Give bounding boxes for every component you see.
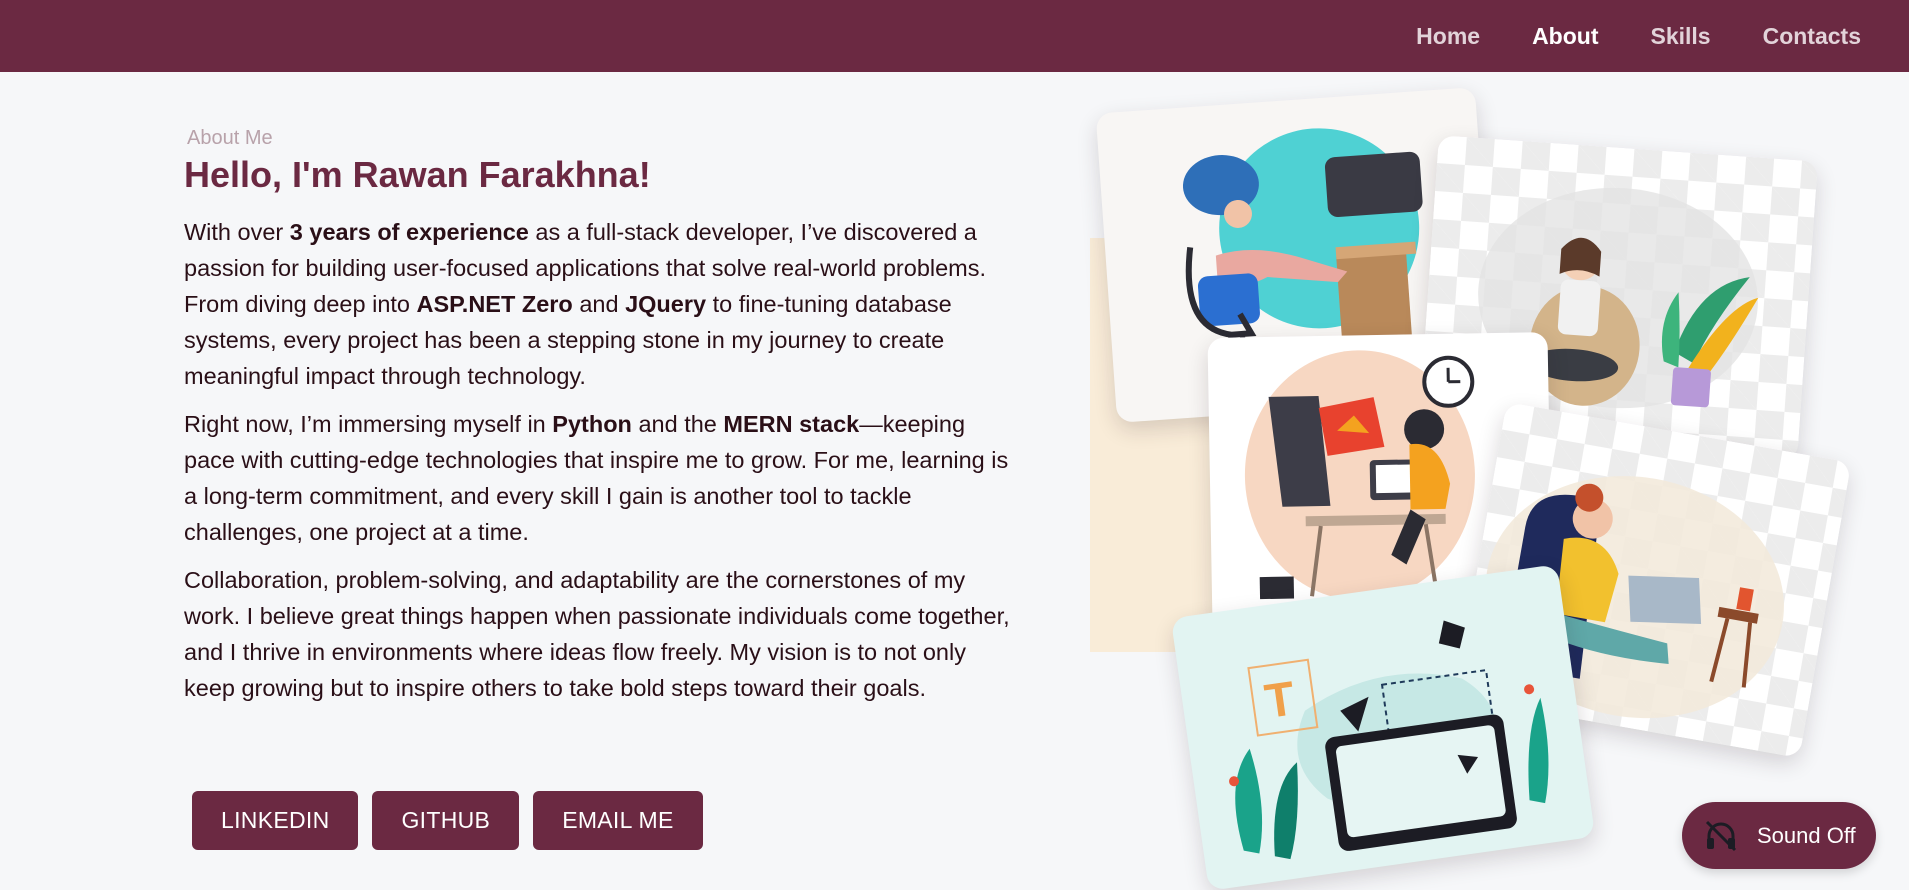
github-button[interactable]: GITHUB	[372, 791, 520, 850]
text-span: and	[572, 291, 626, 317]
top-navbar: Home About Skills Contacts	[0, 0, 1909, 72]
emphasis-text: 3 years of experience	[289, 219, 529, 245]
about-body: With over 3 years of experience as a ful…	[184, 214, 1014, 718]
ui-design-illustration: T	[1229, 620, 1549, 860]
sound-toggle-label: Sound Off	[1757, 822, 1856, 848]
nav-contacts-link[interactable]: Contacts	[1763, 23, 1861, 50]
nav-home-link[interactable]: Home	[1416, 23, 1480, 50]
text-span: and the	[631, 411, 724, 437]
about-paragraph-2: Right now, I’m immersing myself in Pytho…	[184, 406, 1014, 550]
linkedin-button[interactable]: LINKEDIN	[192, 791, 359, 850]
section-eyebrow: About Me	[187, 127, 273, 149]
page-title: Hello, I'm Rawan Farakhna!	[184, 154, 651, 195]
about-paragraph-1: With over 3 years of experience as a ful…	[184, 214, 1014, 394]
emphasis-text: ASP.NET Zero	[416, 291, 573, 317]
nav-skills-link[interactable]: Skills	[1650, 23, 1710, 50]
social-buttons: LINKEDIN GITHUB EMAIL ME	[192, 791, 717, 850]
sound-toggle-button[interactable]: Sound Off	[1682, 802, 1876, 869]
emphasis-text: JQuery	[625, 291, 707, 317]
emphasis-text: MERN stack	[723, 411, 860, 437]
illustration-card-ui-design: T	[1170, 564, 1596, 890]
headphones-muted-icon	[1703, 818, 1739, 854]
headphones-muted-svg	[1705, 820, 1737, 851]
svg-text:T: T	[1262, 672, 1298, 729]
emphasis-text: Python	[552, 411, 632, 437]
text-span: Right now, I’m immersing myself in	[184, 411, 553, 437]
email-me-button[interactable]: EMAIL ME	[533, 791, 703, 850]
text-span: With over	[184, 219, 290, 245]
about-paragraph-3: Collaboration, problem-solving, and adap…	[184, 567, 1010, 701]
illustration-collage: T	[1088, 80, 1868, 890]
nav-about-link[interactable]: About	[1532, 23, 1598, 50]
